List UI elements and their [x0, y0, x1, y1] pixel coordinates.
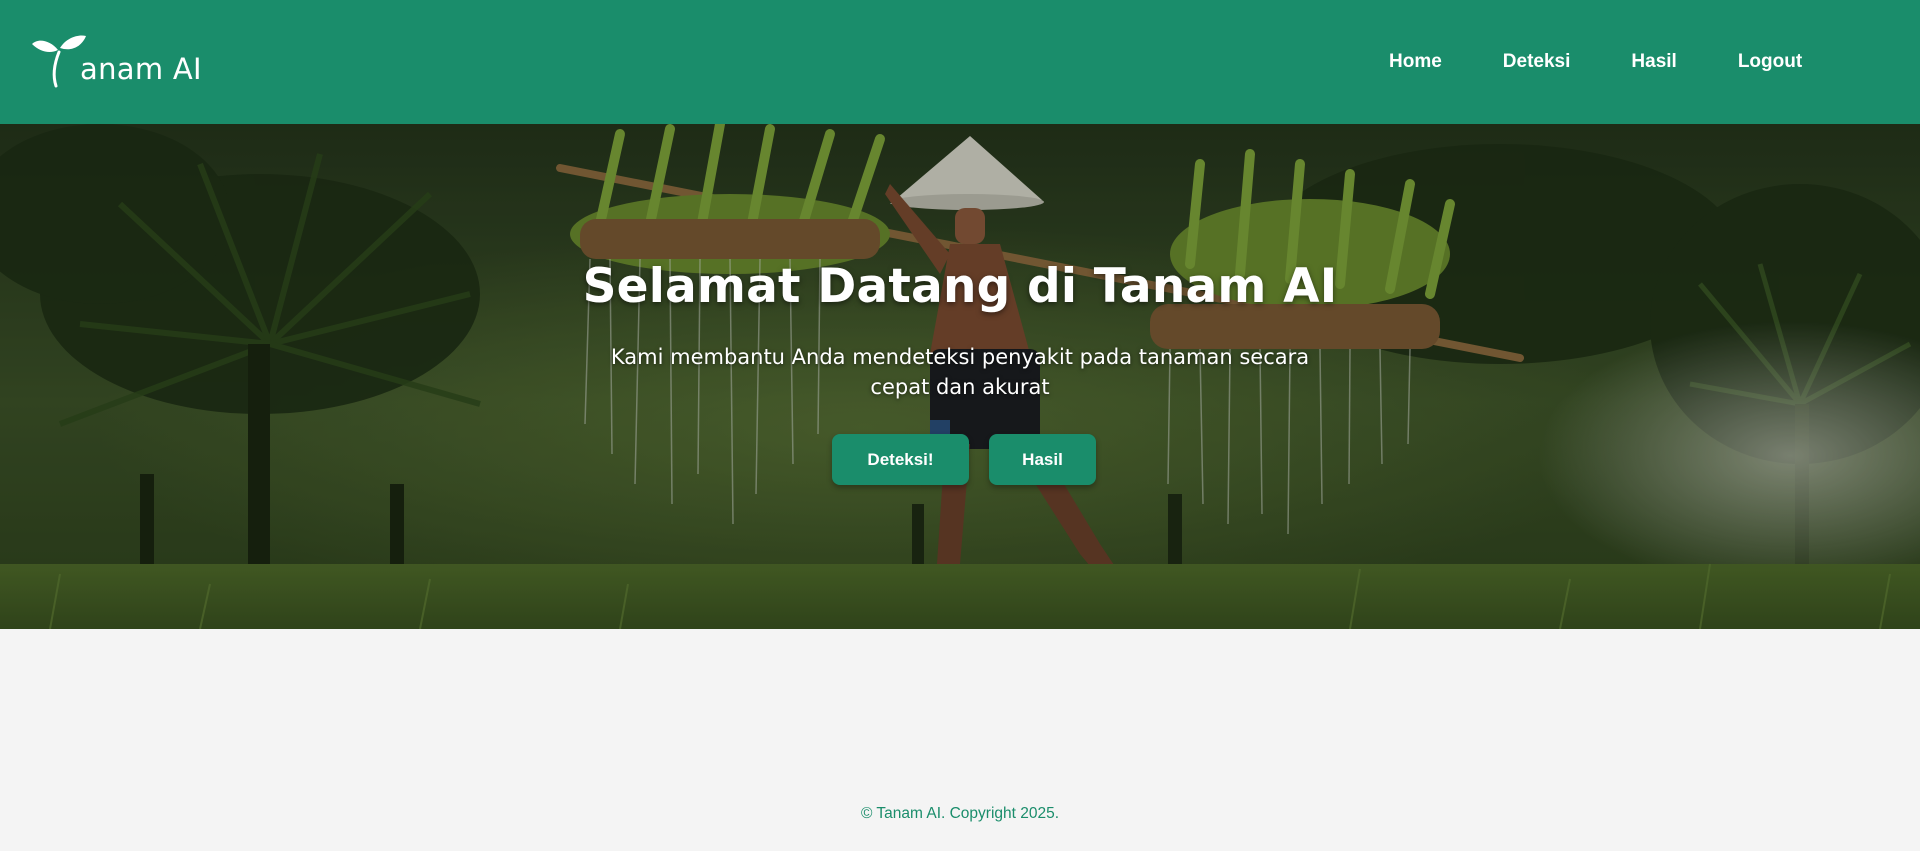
main-nav: Home Deteksi Hasil Logout — [1389, 49, 1802, 75]
footer: © Tanam AI. Copyright 2025. — [0, 803, 1920, 823]
copyright-text: © Tanam AI. Copyright 2025. — [860, 805, 1060, 822]
deteksi-button[interactable]: Deteksi! — [832, 434, 969, 485]
nav-deteksi-link[interactable]: Deteksi — [1503, 49, 1571, 75]
nav-hasil-link[interactable]: Hasil — [1631, 49, 1676, 75]
hero-content: Selamat Datang di Tanam AI Kami membantu… — [0, 124, 1920, 629]
hero-title: Selamat Datang di Tanam AI — [582, 259, 1338, 314]
nav-home-link[interactable]: Home — [1389, 49, 1442, 75]
hero-subtitle: Kami membantu Anda mendeteksi penyakit p… — [610, 345, 1310, 399]
hasil-button[interactable]: Hasil — [989, 434, 1096, 485]
hero-section: Selamat Datang di Tanam AI Kami membantu… — [0, 124, 1920, 629]
brand-name: anam AI — [80, 52, 202, 86]
brand-logo[interactable]: anam AI — [30, 28, 202, 88]
nav-logout-link[interactable]: Logout — [1738, 49, 1802, 75]
navbar: anam AI Home Deteksi Hasil Logout — [0, 0, 1920, 124]
